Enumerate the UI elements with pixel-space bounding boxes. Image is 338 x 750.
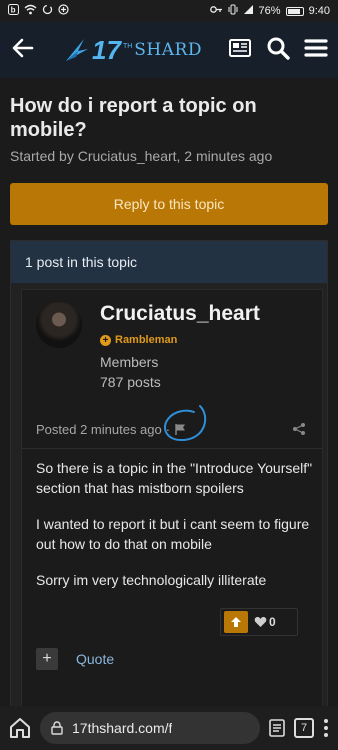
topic-title: How do i report a topic on mobile? [10,95,257,141]
avatar[interactable] [36,302,82,348]
sync-icon [42,4,53,18]
reader-mode-icon[interactable] [268,719,286,737]
news-icon[interactable] [228,36,252,65]
reactions-bar: 0 [220,608,298,636]
posted-time[interactable]: Posted 2 minutes ago [36,422,162,437]
logo-word: SHARD [134,40,202,60]
status-bar-left: b [8,4,69,18]
author-rank: + Rambleman [100,334,177,346]
logo-superscript: TH [122,42,133,50]
wifi-icon [24,4,37,18]
rank-plus-icon: + [100,334,111,346]
data-saver-icon [58,4,69,18]
post-divider [22,448,322,449]
share-icon[interactable] [292,422,306,436]
tab-switcher-button[interactable]: 7 [294,718,314,738]
reply-to-topic-button[interactable]: Reply to this topic [10,183,328,225]
reaction-count[interactable]: 0 [254,615,276,629]
author-rank-label: Rambleman [115,334,178,346]
post-card: Cruciatus_heart + Rambleman Members 787 … [21,289,323,709]
multiquote-button[interactable]: + [36,648,58,670]
vibrate-icon [228,4,238,18]
reaction-count-value: 0 [269,615,276,629]
signal-icon [243,4,254,18]
upvote-button[interactable] [224,611,248,633]
search-icon[interactable] [266,36,290,65]
heart-icon [254,616,267,627]
lock-icon [51,721,63,735]
battery-percent: 76% [258,5,281,17]
overflow-menu-icon[interactable] [322,718,330,738]
hamburger-menu-icon[interactable] [304,36,328,65]
home-icon[interactable] [8,716,32,740]
header-actions [228,36,328,65]
clock: 9:40 [308,5,330,17]
post-paragraph: Sorry im very technologically illiterate [36,572,267,588]
shard-logo-icon [66,39,89,61]
topic-started-by: Started by Cruciatus_heart, 2 minutes ag… [10,148,273,164]
browser-toolbar: 17thshard.com/f 7 [0,706,338,750]
post-paragraph: I wanted to report it but i cant seem to… [36,516,310,552]
author-post-count: 787 posts [100,374,161,390]
status-bar-right: 76% 9:40 [209,4,330,18]
annotation-circle [164,405,207,442]
back-arrow-icon[interactable] [10,35,38,66]
post-paragraph: So there is a topic in the "Introduce Yo… [36,460,313,496]
topic-page: How do i report a topic on mobile? Start… [0,78,338,710]
post-author[interactable]: Cruciatus_heart [100,302,260,326]
status-bar: b 76% 9:40 [0,0,338,22]
address-bar[interactable]: 17thshard.com/f [40,712,260,744]
key-icon [209,5,223,17]
url-text: 17thshard.com/f [72,720,173,736]
battery-icon [285,6,304,16]
notification-b-icon: b [8,4,19,18]
site-header: 17 TH SHARD [0,22,338,78]
svg-text:b: b [11,6,16,15]
quote-link[interactable]: Quote [76,651,114,667]
arrow-up-icon [231,617,241,627]
posts-count-header: 1 post in this topic [11,241,327,283]
logo-number: 17 [92,34,121,65]
site-logo[interactable]: 17 TH SHARD [64,35,202,66]
author-group: Members [100,354,159,370]
posts-container: 1 post in this topic Cruciatus_heart + R… [10,240,328,710]
